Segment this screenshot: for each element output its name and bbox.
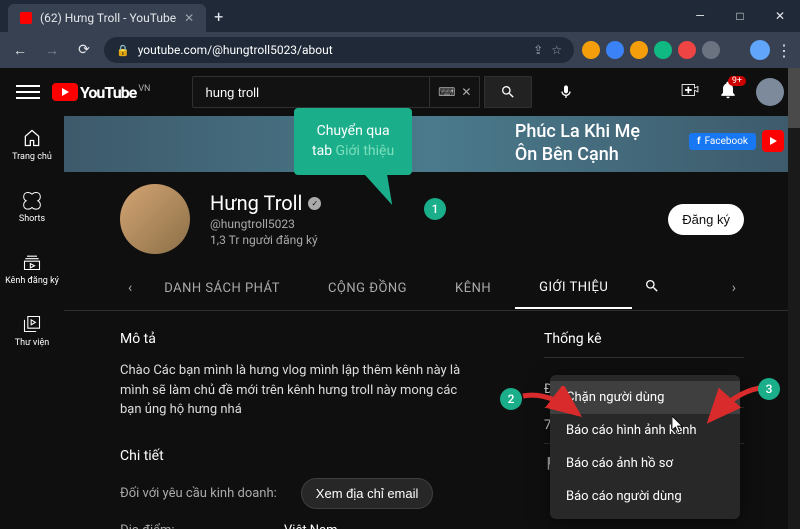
business-label: Đối với yêu cầu kinh doanh: xyxy=(120,486,277,501)
scrollbar-thumb[interactable] xyxy=(788,68,800,128)
description-text: Chào Các bạn mình là hưng vlog mình lập … xyxy=(120,361,464,420)
description-heading: Mô tả xyxy=(120,331,464,347)
cursor-icon xyxy=(672,416,686,434)
location-value: Việt Nam xyxy=(284,523,338,529)
sidebar-label: Thư viện xyxy=(15,338,49,348)
search-icon xyxy=(500,84,516,100)
channel-tabs: ‹ DANH SÁCH PHÁT CỘNG ĐỒNG KÊNH GIỚI THI… xyxy=(64,266,800,311)
tabs-scroll-right[interactable]: › xyxy=(724,280,744,296)
browser-toolbar: ← → ⟳ 🔒 youtube.com/@hungtroll5023/about… xyxy=(0,32,800,68)
youtube-favicon xyxy=(20,12,32,24)
youtube-play-icon xyxy=(52,83,78,101)
share-icon[interactable]: ⇪ xyxy=(533,43,543,57)
tab-channels[interactable]: KÊNH xyxy=(431,269,515,308)
bookmark-icon[interactable]: ☆ xyxy=(551,43,562,57)
main-content: Phúc La Khi Mẹ Ôn Bên Cạnh fFacebook Hưn… xyxy=(64,116,800,529)
annotation-badge-2: 2 xyxy=(500,388,522,410)
menu-item-report-profile-pic[interactable]: Báo cáo ảnh hồ sơ xyxy=(550,447,740,480)
microphone-icon xyxy=(558,84,574,100)
verified-badge-icon: ✓ xyxy=(308,197,321,210)
extension-icon[interactable] xyxy=(702,41,720,59)
channel-avatar[interactable] xyxy=(120,184,190,254)
annotation-badge-1: 1 xyxy=(424,198,446,220)
home-icon xyxy=(22,128,42,148)
banner-facebook-link[interactable]: fFacebook xyxy=(689,133,756,150)
extension-icon[interactable] xyxy=(726,41,744,59)
tab-about[interactable]: GIỚI THIỆU xyxy=(515,268,632,309)
sidebar-item-subscriptions[interactable]: Kênh đăng ký xyxy=(0,248,64,290)
create-icon xyxy=(680,80,700,100)
youtube-logo[interactable]: YouTube VN xyxy=(52,83,150,102)
tab-search-icon[interactable] xyxy=(632,266,672,310)
browser-tab[interactable]: (62) Hưng Troll - YouTube ✕ xyxy=(8,4,206,32)
scrollbar[interactable] xyxy=(788,68,800,529)
menu-item-report-user[interactable]: Báo cáo người dùng xyxy=(550,480,740,513)
window-controls: — □ ✕ xyxy=(680,0,800,32)
banner-text: Phúc La Khi Mẹ Ôn Bên Cạnh xyxy=(515,120,640,167)
sidebar-label: Trang chủ xyxy=(12,152,52,162)
sidebar: Trang chủ Shorts Kênh đăng ký Thư viện xyxy=(0,116,64,529)
nav-forward-button[interactable]: → xyxy=(40,38,64,62)
annotation-badge-3: 3 xyxy=(758,378,780,400)
browser-titlebar: (62) Hưng Troll - YouTube ✕ + — □ ✕ xyxy=(0,0,800,32)
search-container: ⌨ ✕ xyxy=(192,76,532,108)
sidebar-label: Kênh đăng ký xyxy=(5,276,59,286)
tab-community[interactable]: CỘNG ĐỒNG xyxy=(304,269,431,308)
voice-search-button[interactable] xyxy=(550,76,582,108)
youtube-region: VN xyxy=(138,84,150,94)
stats-heading: Thống kê xyxy=(544,331,744,358)
extension-icon[interactable] xyxy=(654,41,672,59)
youtube-logo-text: YouTube xyxy=(80,83,136,102)
browser-menu-icon[interactable]: ⋮ xyxy=(776,41,792,60)
search-button[interactable] xyxy=(484,76,532,108)
tabs-scroll-left[interactable]: ‹ xyxy=(120,280,140,296)
search-input[interactable] xyxy=(192,76,430,108)
hamburger-menu-icon[interactable] xyxy=(16,80,40,104)
extension-icons: ⋮ xyxy=(582,40,792,60)
url-text: youtube.com/@hungtroll5023/about xyxy=(138,43,333,57)
new-tab-button[interactable]: + xyxy=(214,7,223,26)
create-button[interactable] xyxy=(680,80,700,104)
nav-reload-button[interactable]: ⟳ xyxy=(72,38,96,62)
tab-title: (62) Hưng Troll - YouTube xyxy=(40,11,176,25)
subscribe-button[interactable]: Đăng ký xyxy=(668,204,744,235)
channel-handle: @hungtroll5023 xyxy=(210,217,648,231)
subscriptions-icon xyxy=(22,252,42,272)
tab-close-icon[interactable]: ✕ xyxy=(184,11,194,25)
sidebar-label: Shorts xyxy=(19,214,45,224)
user-avatar[interactable] xyxy=(756,78,784,106)
channel-banner[interactable]: Phúc La Khi Mẹ Ôn Bên Cạnh fFacebook xyxy=(64,116,800,172)
search-clear-icon[interactable]: ✕ xyxy=(461,85,471,99)
annotation-tooltip: Chuyển qua tab Giới thiệu xyxy=(294,108,412,175)
sidebar-item-home[interactable]: Trang chủ xyxy=(0,124,64,166)
nav-back-button[interactable]: ← xyxy=(8,38,32,62)
extension-icon[interactable] xyxy=(630,41,648,59)
view-email-button[interactable]: Xem địa chỉ email xyxy=(301,478,434,509)
lock-icon: 🔒 xyxy=(116,44,130,57)
library-icon xyxy=(22,314,42,334)
channel-subscribers: 1,3 Tr người đăng ký xyxy=(210,233,648,247)
banner-youtube-link[interactable] xyxy=(762,130,784,152)
tab-playlists[interactable]: DANH SÁCH PHÁT xyxy=(140,269,304,308)
window-close[interactable]: ✕ xyxy=(760,0,800,32)
address-bar[interactable]: 🔒 youtube.com/@hungtroll5023/about ⇪ ☆ xyxy=(104,37,574,63)
notifications-button[interactable]: 9+ xyxy=(718,80,738,104)
extension-icon[interactable] xyxy=(606,41,624,59)
browser-profile-avatar[interactable] xyxy=(750,40,770,60)
keyboard-icon[interactable]: ⌨ xyxy=(438,85,455,99)
sidebar-item-shorts[interactable]: Shorts xyxy=(0,186,64,228)
shorts-icon xyxy=(22,190,42,210)
details-heading: Chi tiết xyxy=(120,448,464,464)
window-minimize[interactable]: — xyxy=(680,0,720,32)
sidebar-item-library[interactable]: Thư viện xyxy=(0,310,64,352)
extension-icon[interactable] xyxy=(678,41,696,59)
extension-icon[interactable] xyxy=(582,41,600,59)
annotation-arrow-2 xyxy=(518,386,588,426)
notification-badge: 9+ xyxy=(728,76,746,86)
window-maximize[interactable]: □ xyxy=(720,0,760,32)
location-label: Địa điểm: xyxy=(120,523,260,529)
